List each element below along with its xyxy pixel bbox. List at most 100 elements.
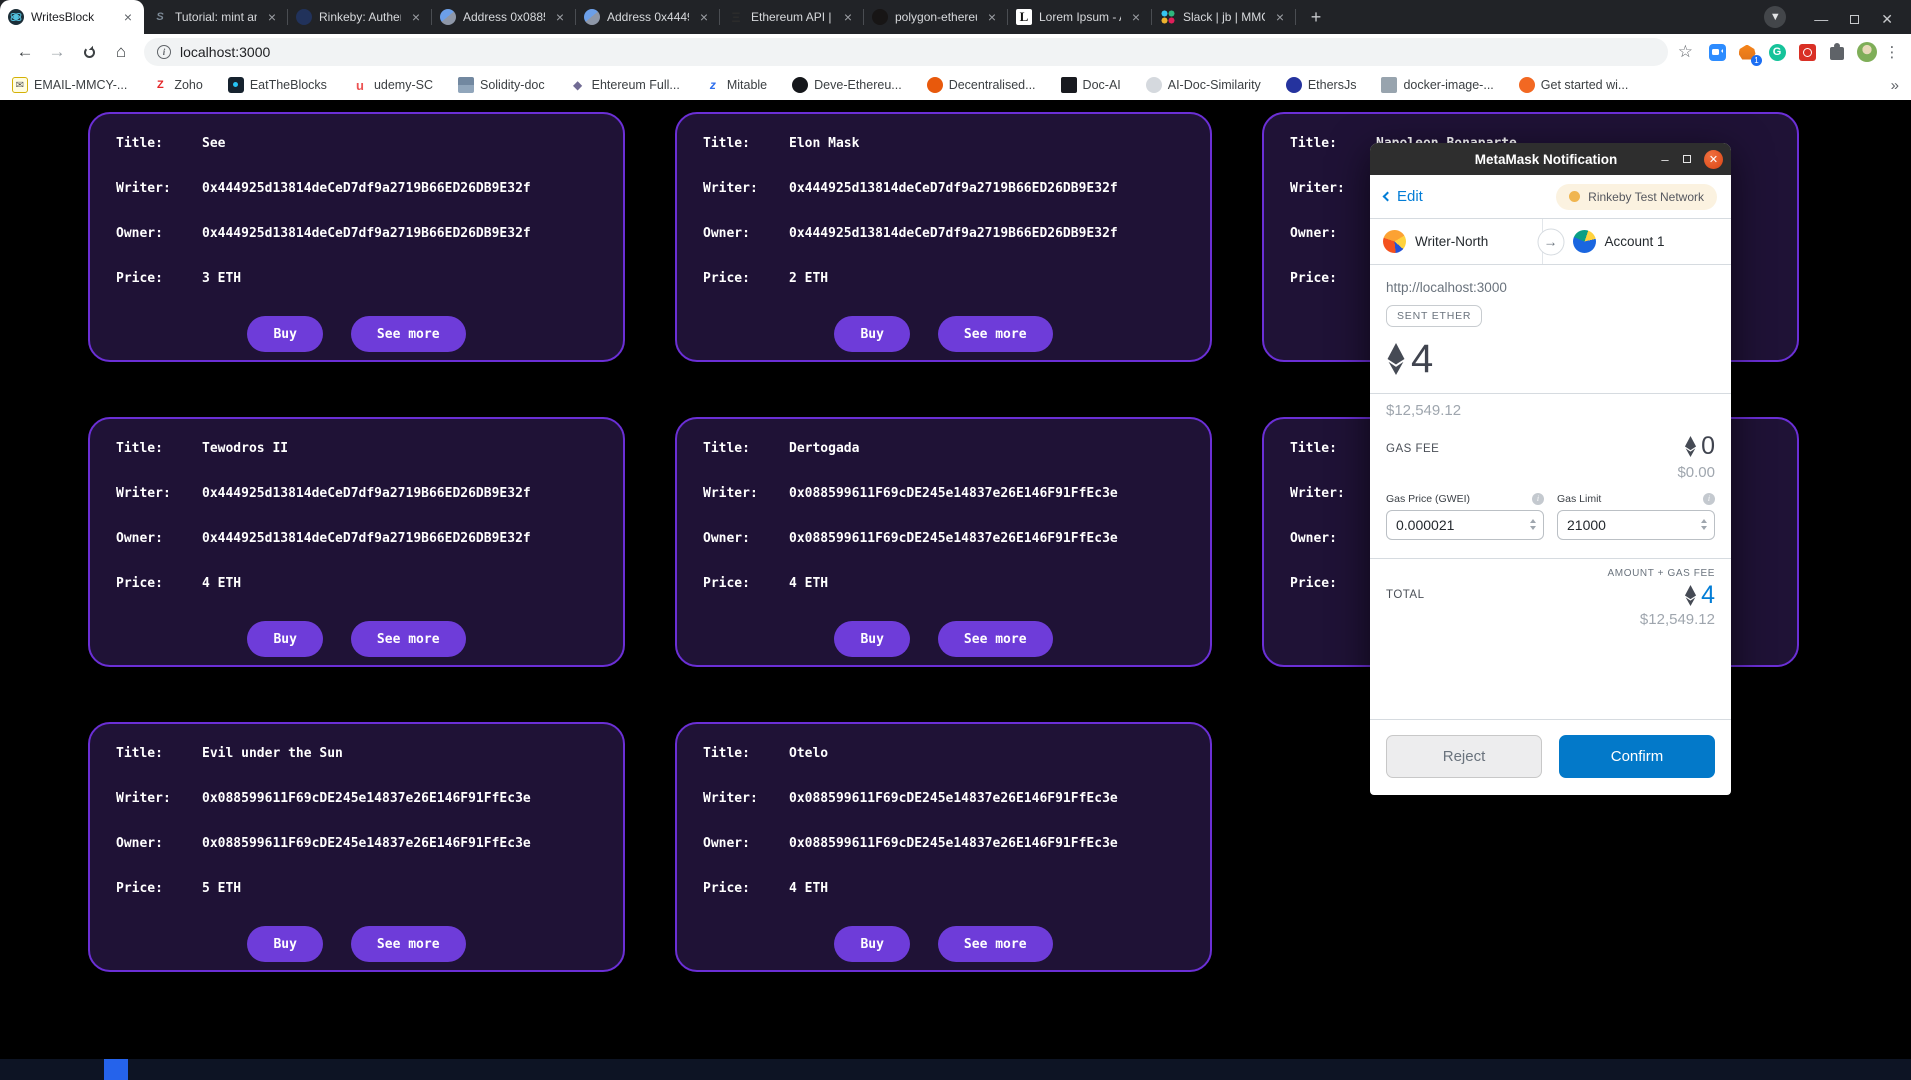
window-restore-button[interactable]: [1850, 14, 1860, 24]
buy-button[interactable]: Buy: [834, 621, 910, 657]
etherscan-favicon-icon: [296, 9, 312, 25]
reload-button-icon[interactable]: [74, 37, 104, 67]
info-icon[interactable]: i: [1703, 492, 1715, 505]
gas-limit-field[interactable]: [1557, 509, 1715, 540]
tab-close-icon[interactable]: ×: [1128, 9, 1144, 25]
nft-card-dertogada: Title: Dertogada Writer: 0x088599611F69cDE…: [675, 417, 1212, 667]
tab-tutorial[interactable]: S Tutorial: mint and ×: [144, 0, 288, 34]
see-more-button[interactable]: See more: [350, 316, 466, 352]
tab-rinkeby-etherscan[interactable]: Rinkeby: Authenti ×: [288, 0, 432, 34]
bookmark-doc-ai[interactable]: Doc-AI: [1060, 77, 1121, 93]
eattheblocks-icon: [227, 77, 244, 93]
owner-value: 0x088599611F69cDE245e14837e26E146F91FfEc…: [789, 531, 1118, 546]
see-more-button[interactable]: See more: [350, 621, 466, 657]
tab-address-444925[interactable]: Address 0x444925 ×: [576, 0, 720, 34]
see-more-button[interactable]: See more: [350, 926, 466, 962]
eth-diamond-icon: [1685, 584, 1697, 606]
title-value: Tewodros II: [202, 441, 289, 456]
total-label: TOTAL: [1386, 589, 1425, 602]
tab-close-icon[interactable]: ×: [984, 9, 1000, 25]
bookmarks-overflow-chevron[interactable]: »: [1891, 77, 1899, 94]
bookmarks-bar: ✉ EMAIL-MMCY-... Z Zoho EatTheBlocks u udem…: [0, 70, 1911, 100]
bookmark-udemy[interactable]: u udemy-SC: [352, 77, 433, 93]
extensions-puzzle-icon[interactable]: [1826, 41, 1848, 63]
metamask-titlebar[interactable]: MetaMask Notification – ✕: [1370, 143, 1731, 175]
tab-close-icon[interactable]: ×: [696, 9, 712, 25]
window-minimize-button[interactable]: —: [1814, 12, 1828, 26]
tab-lorem-ipsum[interactable]: L Lorem Ipsum - All ×: [1008, 0, 1152, 34]
bookmark-deve-ethereum[interactable]: Deve-Ethereu...: [792, 77, 902, 93]
edit-button[interactable]: Edit: [1382, 188, 1423, 205]
gas-price-field[interactable]: [1386, 509, 1544, 540]
tab-close-icon[interactable]: ×: [120, 9, 136, 25]
window-close-button[interactable]: ✕: [1881, 12, 1893, 26]
browser-menu-chevron-icon[interactable]: ▼: [1764, 6, 1787, 28]
tab-slack[interactable]: Slack | jb | MMCY- ×: [1152, 0, 1296, 34]
url-text[interactable]: localhost:3000: [180, 44, 270, 60]
tab-close-icon[interactable]: ×: [408, 9, 424, 25]
bookmark-get-started[interactable]: Get started wi...: [1518, 77, 1628, 93]
back-button-icon[interactable]: ←: [10, 37, 40, 67]
ethereum-favicon-icon: Ξ: [731, 9, 741, 25]
bookmark-ethersjs[interactable]: EthersJs: [1285, 77, 1356, 93]
popup-close-button[interactable]: ✕: [1704, 149, 1723, 169]
network-badge[interactable]: Rinkeby Test Network: [1556, 183, 1717, 210]
buy-button[interactable]: Buy: [834, 926, 910, 962]
tab-close-icon[interactable]: ×: [264, 9, 280, 25]
tab-github-polygon[interactable]: polygon-ethereum ×: [864, 0, 1008, 34]
bookmark-ai-doc-similarity[interactable]: AI-Doc-Similarity: [1145, 77, 1261, 93]
stepper-arrows[interactable]: [1697, 516, 1711, 533]
forward-button-icon[interactable]: →: [42, 37, 72, 67]
buy-button[interactable]: Buy: [247, 926, 323, 962]
tab-close-icon[interactable]: ×: [552, 9, 568, 25]
buy-button[interactable]: Buy: [247, 621, 323, 657]
popup-maximize-button[interactable]: [1676, 148, 1698, 170]
tab-address-088599[interactable]: Address 0x088599 ×: [432, 0, 576, 34]
gas-limit-input[interactable]: [1567, 516, 1697, 533]
bookmark-zoho[interactable]: Z Zoho: [152, 77, 203, 93]
see-more-button[interactable]: See more: [937, 621, 1053, 657]
gas-price-input[interactable]: [1396, 516, 1526, 533]
confirm-button[interactable]: Confirm: [1559, 735, 1715, 778]
card-writer-line: Writer: 0x088599611F69cDE245e14837e26E146…: [703, 791, 1184, 806]
card-title-line: Title: Dertogada: [703, 441, 1184, 456]
buy-button[interactable]: Buy: [247, 316, 323, 352]
zoom-extension-icon[interactable]: [1706, 41, 1728, 63]
reject-button[interactable]: Reject: [1386, 735, 1542, 778]
address-bar[interactable]: i localhost:3000: [144, 38, 1668, 66]
metamask-extension-icon[interactable]: 1: [1736, 41, 1762, 66]
bookmark-ethereum-full[interactable]: ◆ Ehtereum Full...: [570, 77, 680, 93]
tab-writesblock[interactable]: WritesBlock ×: [0, 0, 144, 34]
transaction-origin: http://localhost:3000: [1386, 280, 1507, 295]
to-account-jazzicon: [1572, 230, 1596, 253]
tab-close-icon[interactable]: ×: [1272, 9, 1288, 25]
info-icon[interactable]: i: [1532, 492, 1544, 505]
buy-button[interactable]: Buy: [834, 316, 910, 352]
stepper-arrows[interactable]: [1526, 516, 1540, 533]
total-eth-value: 4: [1701, 580, 1715, 609]
tab-close-icon[interactable]: ×: [840, 9, 856, 25]
profile-avatar[interactable]: [1856, 41, 1878, 63]
title-label: Title:: [1290, 136, 1337, 151]
bookmark-decentralised[interactable]: Decentralised...: [926, 77, 1036, 93]
nft-card-evil-under-the-sun: Title: Evil under the Sun Writer: 0x088599…: [88, 722, 625, 972]
nft-card-see: Title: See Writer: 0x444925d13814deCeD7df9…: [88, 112, 625, 362]
total-usd-value: $12,549.12: [1639, 611, 1715, 628]
browser-kebab-menu-icon[interactable]: ⋮: [1883, 43, 1901, 61]
bookmark-star-icon[interactable]: ☆: [1678, 42, 1693, 62]
grammarly-extension-icon[interactable]: G: [1766, 41, 1788, 63]
bookmark-email[interactable]: ✉ EMAIL-MMCY-...: [12, 77, 127, 93]
bookmark-docker-image[interactable]: docker-image-...: [1381, 77, 1494, 93]
site-info-icon[interactable]: i: [157, 45, 171, 59]
bookmark-mitable[interactable]: z Mitable: [705, 77, 767, 93]
taskbar-strip: [0, 1059, 1911, 1080]
home-button-icon[interactable]: ⌂: [106, 37, 136, 67]
new-tab-button[interactable]: +: [1302, 3, 1330, 31]
bookmark-solidity-doc[interactable]: Solidity-doc: [457, 77, 545, 93]
tab-ethereum-api[interactable]: Ξ Ethereum API | IPF ×: [720, 0, 864, 34]
see-more-button[interactable]: See more: [937, 926, 1053, 962]
red-extension-icon[interactable]: [1796, 41, 1818, 63]
bookmark-eattheblocks[interactable]: EatTheBlocks: [227, 77, 327, 93]
popup-minimize-button[interactable]: –: [1654, 148, 1676, 170]
see-more-button[interactable]: See more: [937, 316, 1053, 352]
